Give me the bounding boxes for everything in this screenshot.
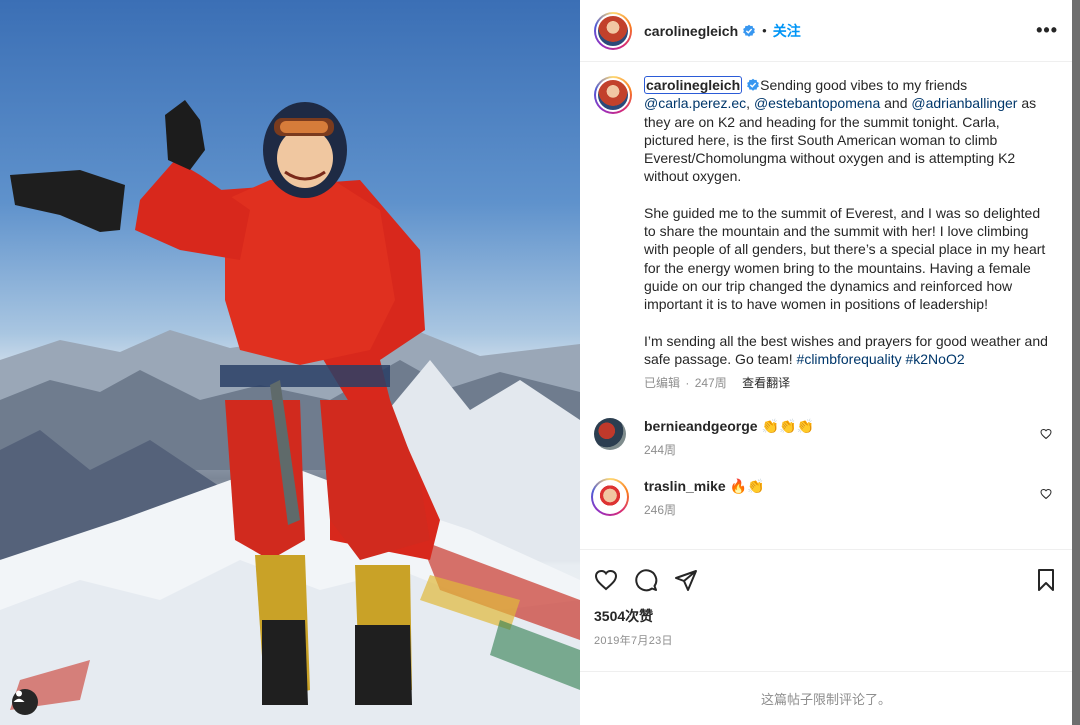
post-actions: 3504次赞 2019年7月23日: [580, 549, 1072, 671]
mention-link[interactable]: @carla.perez.ec: [644, 95, 746, 111]
author-username[interactable]: carolinegleich: [644, 23, 738, 39]
action-icons: [594, 560, 1058, 600]
heart-icon[interactable]: [1040, 488, 1052, 500]
comment-item: traslin_mike 🔥👏 246周: [591, 478, 1058, 518]
verified-badge-icon: [743, 24, 756, 37]
commenter-avatar[interactable]: [594, 418, 626, 451]
caption-text: carolinegleich Sending good vibes to my f…: [644, 76, 1048, 392]
comments-scroll-area[interactable]: carolinegleich Sending good vibes to my f…: [580, 62, 1072, 549]
hashtag-link[interactable]: #climbforequality: [797, 351, 902, 367]
caption-p2: She guided me to the summit of Everest, …: [644, 204, 1046, 313]
bookmark-icon[interactable]: [1034, 568, 1058, 592]
comment-text: 👏👏👏: [761, 418, 814, 435]
mention-link[interactable]: @adrianballinger: [911, 95, 1017, 111]
follow-button[interactable]: 关注: [773, 21, 801, 41]
commenter-username[interactable]: bernieandgeorge: [644, 418, 758, 434]
comment-time: 246周: [644, 503, 677, 518]
post-photo[interactable]: [0, 0, 580, 725]
comments-restricted-notice: 这篇帖子限制评论了。: [580, 671, 1072, 725]
author-avatar[interactable]: [594, 11, 632, 50]
commenter-avatar[interactable]: [591, 478, 629, 517]
post-detail-panel: carolinegleich • 关注 ••• carolinegleich Se…: [580, 0, 1072, 725]
caption-time: 247周: [694, 376, 727, 391]
more-options-icon[interactable]: •••: [1036, 20, 1058, 41]
hashtag-link[interactable]: #k2NoO2: [905, 351, 964, 367]
comment-text: 🔥👏: [729, 478, 765, 495]
post-header: carolinegleich • 关注 •••: [580, 0, 1072, 62]
comment-icon[interactable]: [634, 568, 658, 592]
heart-icon[interactable]: [1040, 428, 1052, 440]
caption-p1-and: and: [880, 95, 912, 112]
caption-meta: 已编辑 · 247周 查看翻译: [644, 374, 1048, 392]
comment-item: bernieandgeorge 👏👏👏 244周: [594, 418, 1058, 458]
summit-illustration: [0, 100, 580, 725]
window-right-edge: [1072, 0, 1080, 725]
heart-icon[interactable]: [594, 568, 618, 592]
commenter-username[interactable]: traslin_mike: [644, 478, 726, 494]
header-separator: •: [762, 23, 767, 38]
likes-count[interactable]: 3504次赞: [594, 606, 1058, 626]
post-date: 2019年7月23日: [594, 635, 673, 647]
verified-badge-icon: [747, 78, 760, 91]
caption-avatar[interactable]: [594, 76, 632, 114]
edited-label: 已编辑: [644, 376, 681, 391]
user-tag-icon[interactable]: [12, 689, 38, 715]
mention-link[interactable]: @estebantopomena: [754, 95, 880, 111]
caption-p1-sep: ,: [746, 95, 754, 112]
caption: carolinegleich Sending good vibes to my f…: [594, 76, 1058, 392]
share-icon[interactable]: [674, 568, 698, 592]
see-translation-button[interactable]: 查看翻译: [742, 376, 790, 390]
comment-time: 244周: [644, 443, 677, 458]
meta-separator: ·: [685, 376, 690, 391]
caption-p1-text1: Sending good vibes to my friends: [760, 77, 968, 93]
caption-username[interactable]: carolinegleich: [644, 76, 743, 94]
